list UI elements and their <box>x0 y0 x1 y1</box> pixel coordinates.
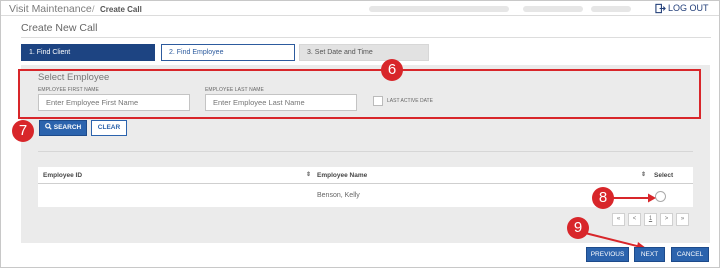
employee-name-cell: Benson, Kelly <box>317 192 360 199</box>
last-name-label: EMPLOYEE LAST NAME <box>205 87 264 93</box>
select-employee-title: Select Employee <box>38 72 110 83</box>
callout-6: 6 <box>381 59 403 81</box>
clear-button[interactable]: CLEAR <box>91 120 127 136</box>
table-header: Employee ID ⇕ Employee Name ⇕ Select <box>38 167 693 184</box>
column-header-employee-name[interactable]: Employee Name <box>317 172 367 179</box>
next-button[interactable]: NEXT <box>634 247 665 262</box>
last-active-label: LAST ACTIVE DATE <box>387 98 433 104</box>
app-window: Visit Maintenance / Create Call LOG OUT … <box>0 0 720 268</box>
sort-icon[interactable]: ⇕ <box>641 171 646 178</box>
column-header-employee-id[interactable]: Employee ID <box>43 172 82 179</box>
cancel-button[interactable]: CANCEL <box>671 247 709 262</box>
pager-last-button[interactable]: » <box>676 213 689 226</box>
step-find-employee[interactable]: 2. Find Employee <box>161 44 295 61</box>
pager-prev-button[interactable]: < <box>628 213 641 226</box>
pager-next-button[interactable]: > <box>660 213 673 226</box>
top-bar: Visit Maintenance / Create Call LOG OUT <box>1 1 719 16</box>
last-name-input[interactable] <box>205 94 357 111</box>
callout-7: 7 <box>12 120 34 142</box>
column-header-select: Select <box>654 172 674 179</box>
pager-page-1[interactable]: 1 <box>644 213 657 226</box>
redacted-text <box>369 6 509 12</box>
redacted-text <box>523 6 583 12</box>
breadcrumb-current: Create Call <box>100 5 142 14</box>
divider <box>38 151 693 152</box>
arrow-icon <box>613 193 656 203</box>
logout-link[interactable]: LOG OUT <box>668 3 709 13</box>
last-active-checkbox[interactable] <box>373 96 383 106</box>
search-icon <box>44 123 52 130</box>
first-name-label: EMPLOYEE FIRST NAME <box>38 87 99 93</box>
pager-first-button[interactable]: « <box>612 213 625 226</box>
first-name-input[interactable] <box>38 94 190 111</box>
search-button-label: SEARCH <box>53 124 82 131</box>
search-button[interactable]: SEARCH <box>39 120 87 136</box>
sort-icon[interactable]: ⇕ <box>306 171 311 178</box>
page-title: Create New Call <box>21 22 98 34</box>
step-find-client[interactable]: 1. Find Client <box>21 44 155 61</box>
divider <box>21 37 711 38</box>
breadcrumb-separator: / <box>92 4 95 14</box>
callout-8: 8 <box>592 187 614 209</box>
previous-button[interactable]: PREVIOUS <box>586 247 629 262</box>
breadcrumb-main[interactable]: Visit Maintenance <box>9 3 92 15</box>
logout-icon[interactable] <box>655 3 666 14</box>
step-set-date-time: 3. Set Date and Time <box>299 44 429 61</box>
redacted-text <box>591 6 631 12</box>
